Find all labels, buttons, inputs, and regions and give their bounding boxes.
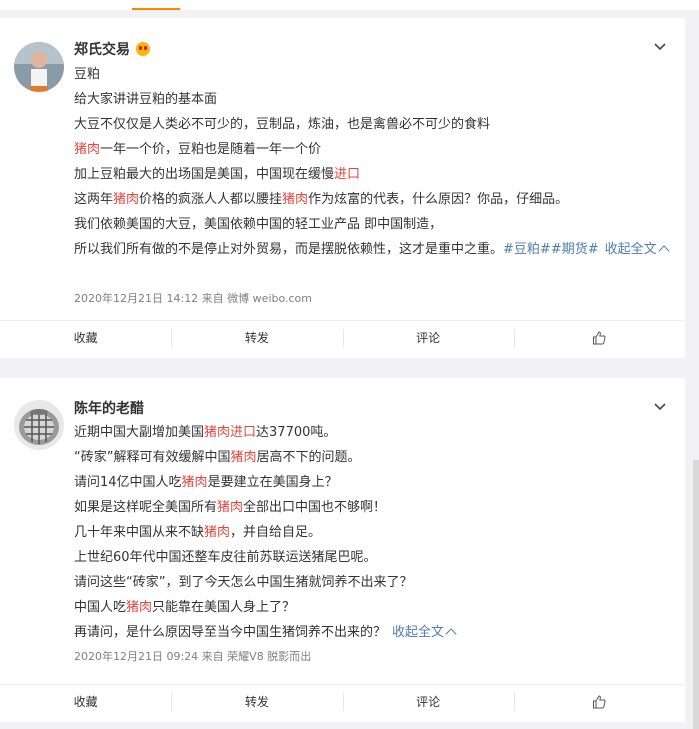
smiling-face-icon <box>136 42 150 56</box>
post-line: 给大家讲讲豆粕的基本面 <box>74 87 672 112</box>
post-line: 再请问，是什么原因导至当今中国生猪饲养不出来的？ 收起全文 <box>74 620 672 645</box>
keyword-link[interactable]: 猪肉 <box>282 192 308 207</box>
post-line: 豆粕 <box>74 62 672 87</box>
keyword-link[interactable]: 猪肉 <box>217 500 243 515</box>
feed-card: 郑氏交易 豆粕给大家讲讲豆粕的基本面大豆不仅仅是人类必不可少的，豆制品，炼油，也… <box>0 18 685 358</box>
collapse-button[interactable]: 收起全文 <box>392 625 457 640</box>
post-meta: 2020年12月21日 14:12 来自 微博 weibo.com <box>74 292 313 305</box>
collapse-button[interactable]: 收起全文 <box>604 242 670 257</box>
like-button[interactable] <box>513 321 685 354</box>
post-line: 请问14亿中国人吃猪肉是要建立在美国身上？ <box>74 470 672 495</box>
avatar[interactable] <box>14 42 64 92</box>
text-segment: 大豆不仅仅是人类必不可少的，豆制品，炼油，也是禽兽必不可少的食料 <box>74 117 491 132</box>
post-line: 近期中国大副增加美国猪肉进口达37700吨。 <box>74 420 672 445</box>
text-segment: 作为炫富的代表，什么原因？你品，仔细品。 <box>308 192 569 207</box>
author-name[interactable]: 郑氏交易 <box>74 39 150 59</box>
post-meta: 2020年12月21日 09:24 来自 荣耀V8 脱影而出 <box>74 650 312 663</box>
avatar[interactable] <box>14 400 64 450</box>
keyword-link[interactable]: 猪肉 <box>74 142 100 157</box>
favorite-button[interactable]: 收藏 <box>0 321 171 354</box>
post-line: “砖家”解释可有效缓解中国猪肉居高不下的问题。 <box>74 445 672 470</box>
chevron-down-icon[interactable] <box>653 40 667 54</box>
text-segment: 请问这些“砖家”，到了今天怎么中国生猪就饲养不出来了？ <box>74 575 413 590</box>
keyword-link[interactable]: 猪肉 <box>230 450 256 465</box>
post-line: 中国人吃猪肉只能靠在美国人身上了？ <box>74 595 672 620</box>
chevron-down-icon[interactable] <box>653 400 667 414</box>
like-button[interactable] <box>513 685 685 718</box>
post-text: 近期中国大副增加美国猪肉进口达37700吨。 “砖家”解释可有效缓解中国猪肉居高不… <box>74 420 672 645</box>
author-name[interactable]: 陈年的老醋 <box>74 398 144 418</box>
post-line: 请问这些“砖家”，到了今天怎么中国生猪就饲养不出来了？ <box>74 570 672 595</box>
repost-button[interactable]: 转发 <box>171 685 342 718</box>
text-segment: “砖家”解释可有效缓解中国 <box>74 450 231 465</box>
text-segment: 居高不下的问题。 <box>256 450 361 465</box>
text-segment: 我们依赖美国的大豆，美国依赖中国的轻工业产品 即中国制造， <box>74 217 443 232</box>
text-segment: 再请问，是什么原因导至当今中国生猪饲养不出来的？ <box>74 625 387 640</box>
text-segment: ，并自给自足。 <box>230 525 322 540</box>
keyword-link[interactable]: 猪肉 <box>113 192 139 207</box>
text-segment: 请问14亿中国人吃 <box>74 475 182 490</box>
topic-tag[interactable]: #豆粕##期货# <box>503 242 599 257</box>
post-line: 加上豆粕最大的出场国是美国，中国现在缓慢进口 <box>74 162 672 187</box>
chevron-up-icon <box>445 628 457 640</box>
post-line: 上世纪60年代中国还整车皮往前苏联运送猪尾巴呢。 <box>74 545 672 570</box>
collapse-label: 收起全文 <box>392 625 445 640</box>
active-tab-indicator <box>132 8 180 10</box>
post-line: 大豆不仅仅是人类必不可少的，豆制品，炼油，也是禽兽必不可少的食料 <box>74 112 672 137</box>
text-segment: 几十年来中国从来不缺 <box>74 525 205 540</box>
keyword-link[interactable]: 猪肉 <box>204 525 230 540</box>
post-line: 猪肉一年一个价，豆粕也是随着一年一个价 <box>74 137 672 162</box>
repost-button[interactable]: 转发 <box>171 321 342 354</box>
thumbs-up-icon <box>593 694 606 708</box>
comment-button[interactable]: 评论 <box>342 685 514 718</box>
text-segment: 只能靠在美国人身上了？ <box>152 600 296 615</box>
action-bar: 收藏 转发 评论 <box>0 684 685 718</box>
keyword-link[interactable]: 进口 <box>334 167 360 182</box>
text-segment: 这两年 <box>74 192 114 207</box>
favorite-button[interactable]: 收藏 <box>0 685 171 718</box>
text-segment: 达37700吨。 <box>256 425 337 440</box>
text-segment: 价格的疯涨人人都以腰挂 <box>139 192 283 207</box>
text-segment: 豆粕 <box>74 67 101 82</box>
text-segment: 给大家讲讲豆粕的基本面 <box>74 92 218 107</box>
action-bar: 收藏 转发 评论 <box>0 320 685 354</box>
text-segment: 全部出口中国也不够啊！ <box>243 500 387 515</box>
post-line: 我们依赖美国的大豆，美国依赖中国的轻工业产品 即中国制造， <box>74 212 672 237</box>
thumbs-up-icon <box>593 330 606 344</box>
text-segment: 如果是这样呢全美国所有 <box>74 500 218 515</box>
text-segment: 加上豆粕最大的出场国是美国，中国现在缓慢 <box>74 167 335 182</box>
comment-button[interactable]: 评论 <box>342 321 514 354</box>
text-segment: 一年一个价，豆粕也是随着一年一个价 <box>100 142 322 157</box>
scrollbar[interactable] <box>693 460 699 729</box>
text-segment: 是要建立在美国身上？ <box>207 475 338 490</box>
post-line: 所以我们所有做的不是停止对外贸易，而是摆脱依赖性，这才是重中之重。#豆粕##期货… <box>74 237 672 262</box>
post-line: 如果是这样呢全美国所有猪肉全部出口中国也不够啊！ <box>74 495 672 520</box>
post-text: 豆粕给大家讲讲豆粕的基本面大豆不仅仅是人类必不可少的，豆制品，炼油，也是禽兽必不… <box>74 62 672 262</box>
chevron-up-icon <box>657 245 670 257</box>
top-tab-strip <box>0 0 699 10</box>
text-segment: 所以我们所有做的不是停止对外贸易，而是摆脱依赖性，这才是重中之重。 <box>74 242 504 257</box>
post-line: 几十年来中国从来不缺猪肉，并自给自足。 <box>74 520 672 545</box>
collapse-label: 收起全文 <box>604 242 657 257</box>
keyword-link[interactable]: 猪肉 <box>126 600 152 615</box>
keyword-link[interactable]: 猪肉进口 <box>204 425 256 440</box>
keyword-link[interactable]: 猪肉 <box>182 475 208 490</box>
text-segment: 近期中国大副增加美国 <box>74 425 205 440</box>
text-segment: 中国人吃 <box>74 600 127 615</box>
feed-card: 陈年的老醋 近期中国大副增加美国猪肉进口达37700吨。 “砖家”解释可有效缓解中… <box>0 378 685 722</box>
post-line: 这两年猪肉价格的疯涨人人都以腰挂猪肉作为炫富的代表，什么原因？你品，仔细品。 <box>74 187 672 212</box>
text-segment: 上世纪60年代中国还整车皮往前苏联运送猪尾巴呢。 <box>74 550 377 565</box>
